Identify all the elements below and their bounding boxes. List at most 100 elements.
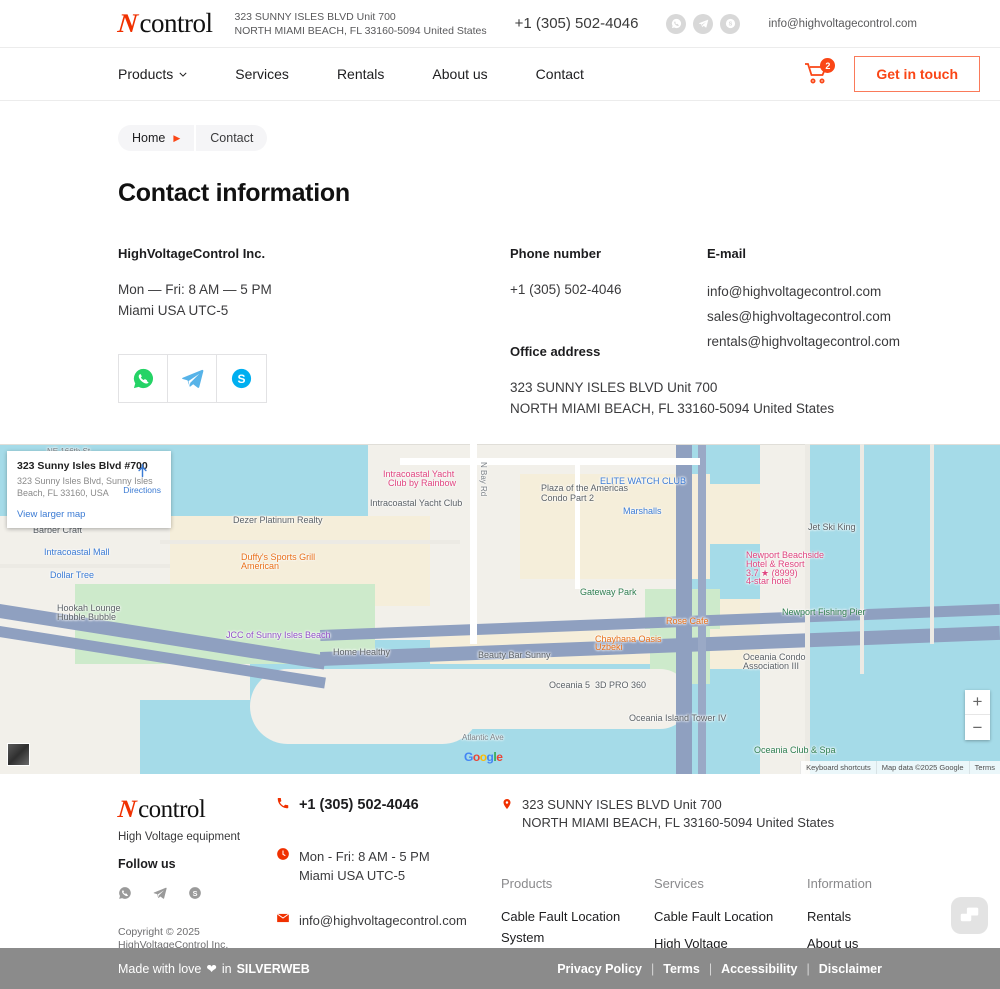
map-terms-link[interactable]: Terms (968, 761, 1000, 774)
keyboard-shortcuts-link[interactable]: Keyboard shortcuts (800, 761, 876, 774)
header-email[interactable]: info@highvoltagecontrol.com (768, 18, 916, 30)
map-label: Condo Part 2 (541, 493, 595, 503)
header-address: 323 SUNNY ISLES BLVD Unit 700 NORTH MIAM… (234, 10, 486, 38)
whatsapp-icon[interactable] (118, 886, 132, 900)
cart-count-badge: 2 (820, 58, 836, 73)
logo-wordmark: control (139, 8, 213, 38)
whatsapp-icon (133, 368, 153, 389)
map-attribution: Keyboard shortcuts Map data ©2025 Google… (800, 761, 1000, 774)
silverweb-brand: SILVERWEB (236, 961, 310, 976)
phone-icon (276, 796, 290, 814)
nav-item-products[interactable]: Products (118, 66, 187, 82)
footer-phone[interactable]: +1 (305) 502-4046 (276, 796, 501, 814)
envelope-icon (276, 911, 290, 930)
whatsapp-icon[interactable] (666, 13, 687, 34)
footer-link-cable-fault-location-system[interactable]: Cable Fault Location System (501, 906, 621, 948)
cart-button[interactable]: 2 (804, 58, 836, 86)
contact-column-email: E-mail info@highvoltagecontrol.com sales… (707, 246, 960, 419)
timezone-line: Miami USA UTC-5 (118, 303, 229, 318)
map-label: 4-star hotel (746, 576, 792, 586)
footer-social-links: S (118, 886, 276, 900)
clock-icon (276, 847, 290, 885)
nav-item-rentals[interactable]: Rentals (337, 66, 384, 82)
separator: | (806, 961, 810, 976)
zoom-out-button[interactable]: − (965, 715, 990, 740)
footer-link-cable-fault-location[interactable]: Cable Fault Location (654, 906, 807, 927)
separator: | (708, 961, 713, 976)
office-heading: Office address (510, 344, 601, 359)
map-label: Dollar Tree (50, 570, 95, 580)
company-hours: Mon — Fri: 8 AM — 5 PM Miami USA UTC-5 (118, 279, 510, 321)
footer-hours-text: Mon - Fri: 8 AM - 5 PM Miami USA UTC-5 (299, 847, 430, 885)
map-label: Oceania Club & Spa (754, 745, 836, 755)
footer-follow-heading: Follow us (118, 857, 176, 871)
chat-widget-button[interactable] (951, 897, 988, 934)
header-logo[interactable]: N control (116, 8, 213, 39)
telegram-icon (181, 369, 203, 388)
terms-link[interactable]: Terms (663, 962, 700, 976)
footer-address-line2: NORTH MIAMI BEACH, FL 33160-5094 United … (522, 815, 835, 830)
map-label: Association III (743, 661, 800, 671)
map-label: Home Healthy (333, 647, 391, 657)
chevron-down-icon (179, 72, 187, 77)
skype-icon[interactable]: S (720, 13, 741, 34)
page-title: Contact information (118, 179, 350, 207)
top-bar: N control 323 SUNNY ISLES BLVD Unit 700 … (0, 0, 1000, 48)
google-map[interactable]: 700 323 Sunny Isles Blvd #700 323 Sunny … (0, 444, 1000, 774)
zoom-in-button[interactable]: + (965, 690, 990, 715)
view-larger-map-link[interactable]: View larger map (17, 509, 161, 520)
header-address-line1: 323 SUNNY ISLES BLVD Unit 700 (234, 10, 396, 23)
map-label: Uzbeki (595, 642, 623, 652)
nav-item-about-us[interactable]: About us (432, 66, 487, 82)
skype-icon[interactable]: S (188, 886, 202, 900)
nav-item-services[interactable]: Services (235, 66, 289, 82)
accessibility-link[interactable]: Accessibility (721, 962, 797, 976)
hours-line: Mon — Fri: 8 AM — 5 PM (118, 282, 272, 297)
footer-link-rentals[interactable]: Rentals (807, 906, 960, 927)
map-label: N Bay Rd (479, 462, 488, 497)
directions-label: Directions (123, 485, 161, 495)
breadcrumb-home[interactable]: Home ▶ (118, 125, 195, 151)
map-label: Hubble Bubble (57, 612, 117, 622)
email-rentals[interactable]: rentals@highvoltagecontrol.com (707, 329, 960, 354)
svg-text:S: S (729, 22, 733, 28)
map-label: 3D PRO 360 (595, 680, 647, 690)
footer-timezone-line: Miami USA UTC-5 (298, 868, 406, 883)
skype-icon: S (231, 368, 252, 389)
privacy-policy-link[interactable]: Privacy Policy (557, 962, 642, 976)
main-navigation: Products Services Rentals About us Conta… (0, 48, 1000, 101)
directions-icon (137, 463, 147, 478)
header-social-links: S (666, 13, 741, 34)
directions-button[interactable]: Directions (123, 462, 161, 495)
nav-item-contact[interactable]: Contact (536, 66, 584, 82)
map-street-view-thumbnail[interactable] (7, 743, 30, 766)
map-info-card: 323 Sunny Isles Blvd #700 323 Sunny Isle… (7, 451, 171, 528)
map-label: Oceania 5 (549, 680, 591, 690)
map-label: JCC of Sunny Isles Beach (226, 630, 331, 640)
skype-button[interactable]: S (217, 355, 266, 402)
map-label: ELITE WATCH CLUB (600, 476, 687, 486)
footer-logo[interactable]: N control (117, 796, 276, 824)
svg-text:S: S (237, 372, 245, 386)
disclaimer-link[interactable]: Disclaimer (819, 962, 882, 976)
bottom-bar: Made with love ❤ in SILVERWEB Privacy Po… (0, 948, 1000, 989)
map-label: Jet Ski King (808, 522, 856, 532)
header-phone[interactable]: +1 (305) 502-4046 (515, 15, 639, 32)
telegram-button[interactable] (168, 355, 217, 402)
map-label: Beauty Bar Sunny (478, 650, 551, 660)
breadcrumb-home-label: Home (132, 131, 166, 145)
email-info[interactable]: info@highvoltagecontrol.com (707, 279, 960, 304)
map-label: Newport Fishing Pier (782, 607, 866, 617)
email-sales[interactable]: sales@highvoltagecontrol.com (707, 304, 960, 329)
telegram-icon[interactable] (153, 886, 167, 900)
legal-links: Privacy Policy | Terms | Accessibility |… (557, 962, 882, 976)
made-with-label: Made with love (118, 961, 202, 976)
map-label: Intracoastal Mall (44, 547, 110, 557)
footer-email[interactable]: info@highvoltagecontrol.com (276, 911, 501, 930)
phone-value[interactable]: +1 (305) 502-4046 (510, 279, 707, 300)
whatsapp-button[interactable] (119, 355, 168, 402)
map-label: Atlantic Ave (462, 733, 504, 742)
email-heading: E-mail (707, 246, 747, 261)
get-in-touch-button[interactable]: Get in touch (854, 56, 980, 92)
telegram-icon[interactable] (693, 13, 714, 34)
